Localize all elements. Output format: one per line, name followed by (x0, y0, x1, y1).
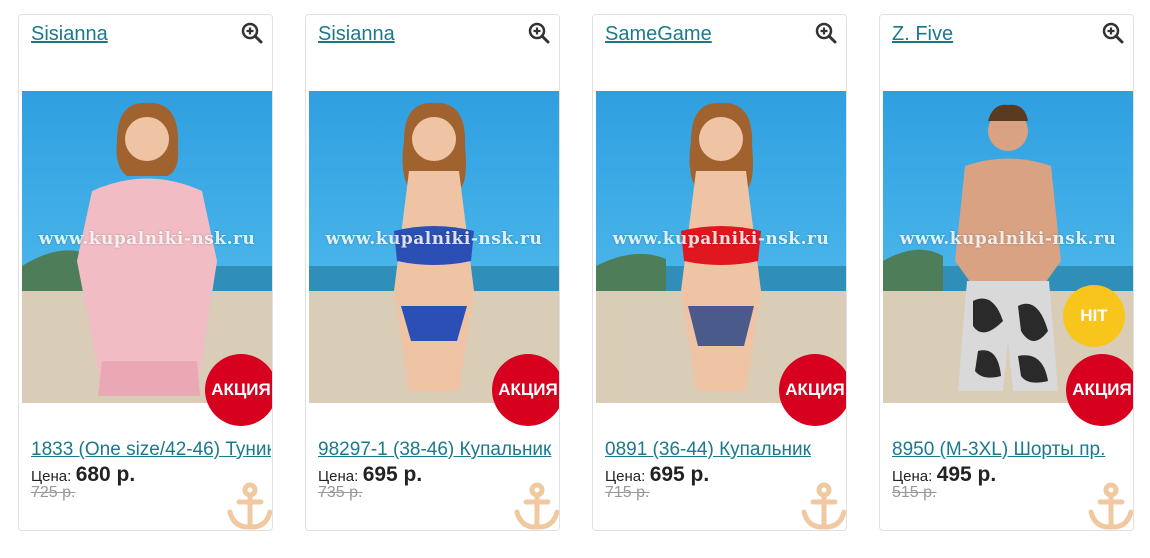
watermark-text: www.kupalniki-nsk.ru (325, 229, 543, 249)
price-value: 695 р. (362, 463, 423, 486)
product-card: SameGame www.kupalniki-nsk.ru АКЦИЯ 0891… (592, 14, 847, 531)
price-label: Цена: (605, 468, 646, 485)
brand-link[interactable]: SameGame (605, 23, 712, 46)
sale-badge: АКЦИЯ (205, 354, 272, 426)
brand-link[interactable]: Sisianna (318, 23, 395, 46)
product-title-link[interactable]: 98297-1 (38-46) Купальник (318, 439, 558, 461)
zoom-in-icon[interactable] (814, 21, 838, 45)
old-price: 515 р. (892, 484, 937, 501)
old-price: 725 р. (31, 484, 76, 501)
price-value: 680 р. (75, 463, 136, 486)
price-value: 695 р. (649, 463, 710, 486)
brand-link[interactable]: Z. Five (892, 23, 953, 46)
sale-badge: АКЦИЯ (779, 354, 846, 426)
old-price: 735 р. (318, 484, 363, 501)
product-grid: Sisianna www.kupalniki-nsk.ru АКЦИЯ 1833… (0, 0, 1150, 558)
sale-badge: АКЦИЯ (1066, 354, 1133, 426)
hit-badge: HIT (1063, 285, 1125, 347)
product-title-link[interactable]: 1833 (One size/42-46) Туника (31, 439, 271, 461)
zoom-in-icon[interactable] (527, 21, 551, 45)
watermark-text: www.kupalniki-nsk.ru (612, 229, 830, 249)
zoom-in-icon[interactable] (1101, 21, 1125, 45)
anchor-icon (514, 482, 559, 530)
product-card: Z. Five www.kupalniki-nsk.ru HIT АКЦИЯ 8… (879, 14, 1134, 531)
brand-link[interactable]: Sisianna (31, 23, 108, 46)
price-label: Цена: (892, 468, 933, 485)
product-title-link[interactable]: 0891 (36-44) Купальник (605, 439, 845, 461)
anchor-icon (1088, 482, 1133, 530)
watermark-text: www.kupalniki-nsk.ru (899, 229, 1117, 249)
old-price: 715 р. (605, 484, 650, 501)
product-card: Sisianna www.kupalniki-nsk.ru АКЦИЯ 1833… (18, 14, 273, 531)
product-card: Sisianna www.kupalniki-nsk.ru АКЦИЯ 9829… (305, 14, 560, 531)
price-value: 495 р. (936, 463, 997, 486)
anchor-icon (801, 482, 846, 530)
watermark-text: www.kupalniki-nsk.ru (38, 229, 256, 249)
price-label: Цена: (31, 468, 72, 485)
zoom-in-icon[interactable] (240, 21, 264, 45)
anchor-icon (227, 482, 272, 530)
sale-badge: АКЦИЯ (492, 354, 559, 426)
price-label: Цена: (318, 468, 359, 485)
product-title-link[interactable]: 8950 (M-3XL) Шорты пр. (892, 439, 1132, 461)
